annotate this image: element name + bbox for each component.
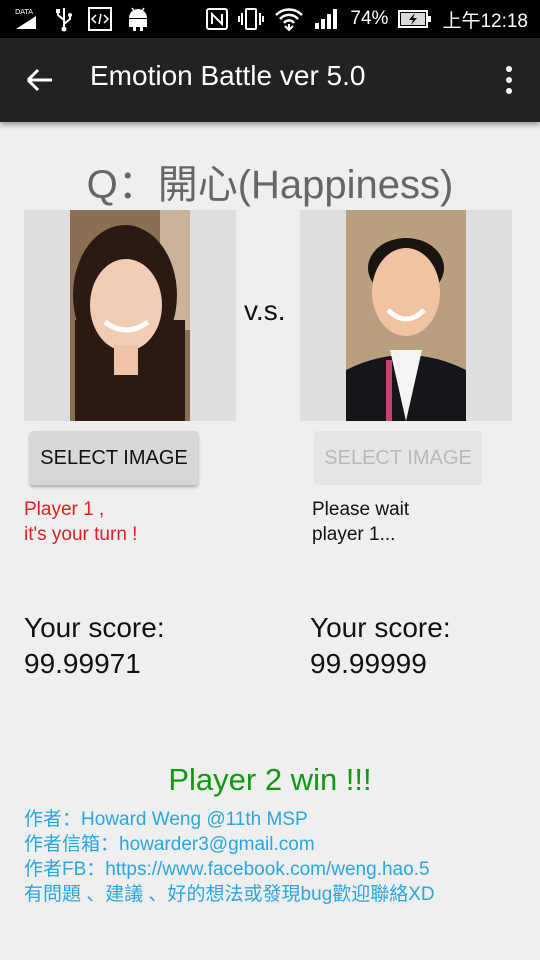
player2-turn-message: Please wait player 1...	[312, 497, 409, 547]
author-name: 作者：Howard Weng @11th MSP	[24, 809, 308, 830]
question-title: Q：開心(Happiness)	[86, 163, 454, 207]
code-icon	[88, 7, 112, 31]
player1-message-line2: it's your turn !	[24, 524, 138, 545]
data-icon: DATA	[14, 7, 40, 31]
status-bar: DATA 74% 上午12:18	[0, 0, 540, 38]
player2-message-line2: player 1...	[312, 524, 396, 545]
player2-photo	[346, 210, 466, 421]
app-bar: Emotion Battle ver 5.0	[0, 38, 540, 122]
player1-select-image-button[interactable]: SELECT IMAGE	[30, 431, 198, 485]
nfc-icon	[206, 8, 229, 30]
battery-icon	[398, 9, 432, 29]
back-arrow-icon[interactable]	[22, 62, 62, 98]
player2-select-image-button: SELECT IMAGE	[314, 431, 482, 485]
player2-message-line1: Please wait	[312, 499, 410, 520]
signal-icon	[314, 8, 340, 30]
overflow-menu-icon[interactable]	[504, 64, 514, 96]
player1-photo	[70, 210, 190, 421]
player2-image-frame	[300, 210, 512, 421]
versus-label: v.s.	[244, 295, 286, 326]
wifi-icon	[274, 6, 304, 32]
winner-message: Player 2 win !!!	[168, 762, 372, 797]
author-facebook: 作者FB：https://www.facebook.com/weng.hao.5	[24, 859, 430, 880]
player2-score-value: 99.99999	[310, 648, 427, 679]
usb-icon	[54, 6, 74, 32]
player1-score-value: 99.99971	[24, 648, 141, 679]
app-title: Emotion Battle ver 5.0	[90, 60, 366, 91]
android-icon	[126, 6, 150, 32]
player2-score-label: Your score:	[310, 612, 451, 643]
player1-message-line1: Player 1 ,	[24, 499, 105, 520]
clock: 上午12:18	[442, 10, 528, 32]
svg-text:DATA: DATA	[15, 8, 33, 16]
player1-image-frame	[24, 210, 236, 421]
player1-score-label: Your score:	[24, 612, 165, 643]
player1-turn-message: Player 1 , it's your turn !	[24, 497, 137, 547]
battery-percent: 74%	[350, 8, 389, 29]
author-contact-note: 有問題 、建議 、好的想法或發現bug歡迎聯絡XD	[24, 884, 435, 905]
author-email: 作者信箱：howarder3@gmail.com	[24, 834, 315, 855]
vibrate-icon	[238, 7, 265, 31]
